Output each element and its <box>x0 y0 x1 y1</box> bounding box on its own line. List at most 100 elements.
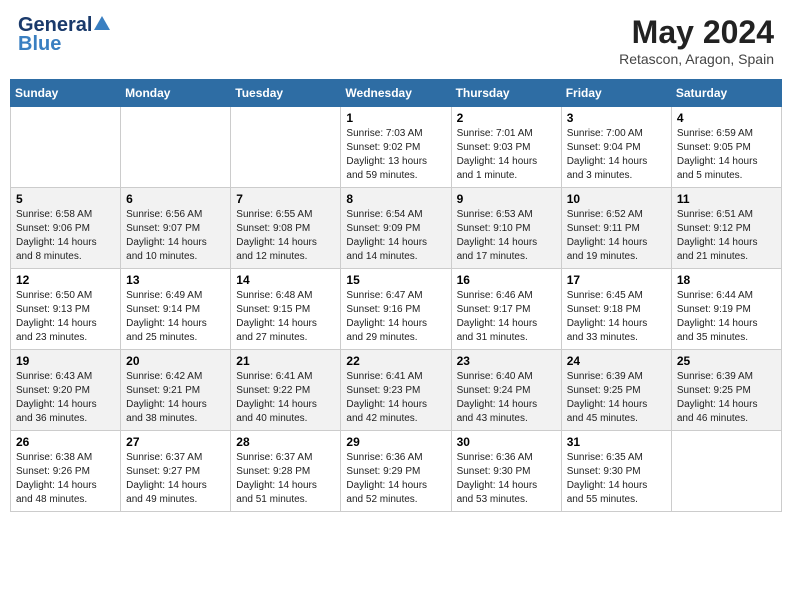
day-cell: 21 Sunrise: 6:41 AMSunset: 9:22 PMDayligh… <box>231 350 341 431</box>
week-row-3: 12 Sunrise: 6:50 AMSunset: 9:13 PMDayligh… <box>11 269 782 350</box>
day-info: Sunrise: 6:51 AMSunset: 9:12 PMDaylight:… <box>677 208 776 264</box>
day-cell: 31 Sunrise: 6:35 AMSunset: 9:30 PMDayligh… <box>561 431 671 512</box>
day-info: Sunrise: 6:41 AMSunset: 9:22 PMDaylight:… <box>236 370 335 426</box>
day-number: 21 <box>236 354 335 368</box>
day-cell: 6 Sunrise: 6:56 AMSunset: 9:07 PMDaylight… <box>121 188 231 269</box>
day-cell: 29 Sunrise: 6:36 AMSunset: 9:29 PMDayligh… <box>341 431 451 512</box>
day-cell <box>231 107 341 188</box>
day-info: Sunrise: 7:01 AMSunset: 9:03 PMDaylight:… <box>457 127 556 183</box>
day-cell: 25 Sunrise: 6:39 AMSunset: 9:25 PMDayligh… <box>671 350 781 431</box>
day-number: 11 <box>677 192 776 206</box>
week-row-4: 19Sunrise: 6:43 AMSunset: 9:20 PMDayligh… <box>11 350 782 431</box>
day-info: Sunrise: 6:37 AMSunset: 9:28 PMDaylight:… <box>236 451 335 507</box>
day-number: 18 <box>677 273 776 287</box>
day-number: 25 <box>677 354 776 368</box>
day-number: 13 <box>126 273 225 287</box>
day-info: Sunrise: 6:37 AMSunset: 9:27 PMDaylight:… <box>126 451 225 507</box>
day-header-saturday: Saturday <box>671 80 781 107</box>
day-number: 30 <box>457 435 556 449</box>
logo: General Blue <box>18 14 110 56</box>
days-header-row: SundayMondayTuesdayWednesdayThursdayFrid… <box>11 80 782 107</box>
title-section: May 2024 Retascon, Aragon, Spain <box>619 14 774 67</box>
day-cell: 10Sunrise: 6:52 AMSunset: 9:11 PMDayligh… <box>561 188 671 269</box>
day-cell: 15 Sunrise: 6:47 AMSunset: 9:16 PMDayligh… <box>341 269 451 350</box>
day-cell: 17Sunrise: 6:45 AMSunset: 9:18 PMDayligh… <box>561 269 671 350</box>
day-cell: 16Sunrise: 6:46 AMSunset: 9:17 PMDayligh… <box>451 269 561 350</box>
day-number: 16 <box>457 273 556 287</box>
day-number: 29 <box>346 435 445 449</box>
day-info: Sunrise: 6:39 AMSunset: 9:25 PMDaylight:… <box>677 370 776 426</box>
day-cell <box>11 107 121 188</box>
day-number: 19 <box>16 354 115 368</box>
day-cell: 7 Sunrise: 6:55 AMSunset: 9:08 PMDaylight… <box>231 188 341 269</box>
day-info: Sunrise: 6:56 AMSunset: 9:07 PMDaylight:… <box>126 208 225 264</box>
day-info: Sunrise: 6:52 AMSunset: 9:11 PMDaylight:… <box>567 208 666 264</box>
day-number: 24 <box>567 354 666 368</box>
day-cell: 1 Sunrise: 7:03 AMSunset: 9:02 PMDaylight… <box>341 107 451 188</box>
day-number: 9 <box>457 192 556 206</box>
day-info: Sunrise: 6:53 AMSunset: 9:10 PMDaylight:… <box>457 208 556 264</box>
day-cell: 12 Sunrise: 6:50 AMSunset: 9:13 PMDayligh… <box>11 269 121 350</box>
day-header-tuesday: Tuesday <box>231 80 341 107</box>
day-info: Sunrise: 6:48 AMSunset: 9:15 PMDaylight:… <box>236 289 335 345</box>
day-number: 2 <box>457 111 556 125</box>
day-number: 23 <box>457 354 556 368</box>
day-info: Sunrise: 6:36 AMSunset: 9:30 PMDaylight:… <box>457 451 556 507</box>
day-header-friday: Friday <box>561 80 671 107</box>
day-info: Sunrise: 6:49 AMSunset: 9:14 PMDaylight:… <box>126 289 225 345</box>
day-number: 6 <box>126 192 225 206</box>
day-cell: 26 Sunrise: 6:38 AMSunset: 9:26 PMDayligh… <box>11 431 121 512</box>
day-cell: 13 Sunrise: 6:49 AMSunset: 9:14 PMDayligh… <box>121 269 231 350</box>
day-cell: 11 Sunrise: 6:51 AMSunset: 9:12 PMDayligh… <box>671 188 781 269</box>
day-info: Sunrise: 6:44 AMSunset: 9:19 PMDaylight:… <box>677 289 776 345</box>
day-info: Sunrise: 6:36 AMSunset: 9:29 PMDaylight:… <box>346 451 445 507</box>
day-number: 15 <box>346 273 445 287</box>
day-info: Sunrise: 6:45 AMSunset: 9:18 PMDaylight:… <box>567 289 666 345</box>
day-header-wednesday: Wednesday <box>341 80 451 107</box>
week-row-5: 26 Sunrise: 6:38 AMSunset: 9:26 PMDayligh… <box>11 431 782 512</box>
day-cell: 9 Sunrise: 6:53 AMSunset: 9:10 PMDaylight… <box>451 188 561 269</box>
day-info: Sunrise: 6:54 AMSunset: 9:09 PMDaylight:… <box>346 208 445 264</box>
day-cell: 3 Sunrise: 7:00 AMSunset: 9:04 PMDaylight… <box>561 107 671 188</box>
day-cell: 2 Sunrise: 7:01 AMSunset: 9:03 PMDaylight… <box>451 107 561 188</box>
day-number: 28 <box>236 435 335 449</box>
day-cell: 27Sunrise: 6:37 AMSunset: 9:27 PMDayligh… <box>121 431 231 512</box>
day-cell <box>671 431 781 512</box>
day-info: Sunrise: 6:41 AMSunset: 9:23 PMDaylight:… <box>346 370 445 426</box>
day-info: Sunrise: 6:50 AMSunset: 9:13 PMDaylight:… <box>16 289 115 345</box>
day-cell <box>121 107 231 188</box>
day-number: 20 <box>126 354 225 368</box>
day-number: 12 <box>16 273 115 287</box>
day-info: Sunrise: 7:03 AMSunset: 9:02 PMDaylight:… <box>346 127 445 183</box>
day-number: 4 <box>677 111 776 125</box>
day-header-thursday: Thursday <box>451 80 561 107</box>
day-info: Sunrise: 6:35 AMSunset: 9:30 PMDaylight:… <box>567 451 666 507</box>
day-info: Sunrise: 6:59 AMSunset: 9:05 PMDaylight:… <box>677 127 776 183</box>
day-info: Sunrise: 6:40 AMSunset: 9:24 PMDaylight:… <box>457 370 556 426</box>
day-number: 7 <box>236 192 335 206</box>
logo-triangle-icon <box>94 16 110 37</box>
day-number: 31 <box>567 435 666 449</box>
day-cell: 8 Sunrise: 6:54 AMSunset: 9:09 PMDaylight… <box>341 188 451 269</box>
week-row-2: 5Sunrise: 6:58 AMSunset: 9:06 PMDaylight… <box>11 188 782 269</box>
day-info: Sunrise: 6:47 AMSunset: 9:16 PMDaylight:… <box>346 289 445 345</box>
day-cell: 22 Sunrise: 6:41 AMSunset: 9:23 PMDayligh… <box>341 350 451 431</box>
day-cell: 30 Sunrise: 6:36 AMSunset: 9:30 PMDayligh… <box>451 431 561 512</box>
day-info: Sunrise: 7:00 AMSunset: 9:04 PMDaylight:… <box>567 127 666 183</box>
location: Retascon, Aragon, Spain <box>619 51 774 67</box>
day-info: Sunrise: 6:39 AMSunset: 9:25 PMDaylight:… <box>567 370 666 426</box>
day-cell: 5Sunrise: 6:58 AMSunset: 9:06 PMDaylight… <box>11 188 121 269</box>
page-header: General Blue May 2024 Retascon, Aragon, … <box>10 10 782 71</box>
day-cell: 20Sunrise: 6:42 AMSunset: 9:21 PMDayligh… <box>121 350 231 431</box>
day-header-monday: Monday <box>121 80 231 107</box>
day-number: 22 <box>346 354 445 368</box>
day-number: 1 <box>346 111 445 125</box>
day-number: 8 <box>346 192 445 206</box>
day-number: 3 <box>567 111 666 125</box>
month-title: May 2024 <box>619 14 774 51</box>
day-number: 26 <box>16 435 115 449</box>
day-number: 5 <box>16 192 115 206</box>
day-header-sunday: Sunday <box>11 80 121 107</box>
day-info: Sunrise: 6:55 AMSunset: 9:08 PMDaylight:… <box>236 208 335 264</box>
day-info: Sunrise: 6:38 AMSunset: 9:26 PMDaylight:… <box>16 451 115 507</box>
